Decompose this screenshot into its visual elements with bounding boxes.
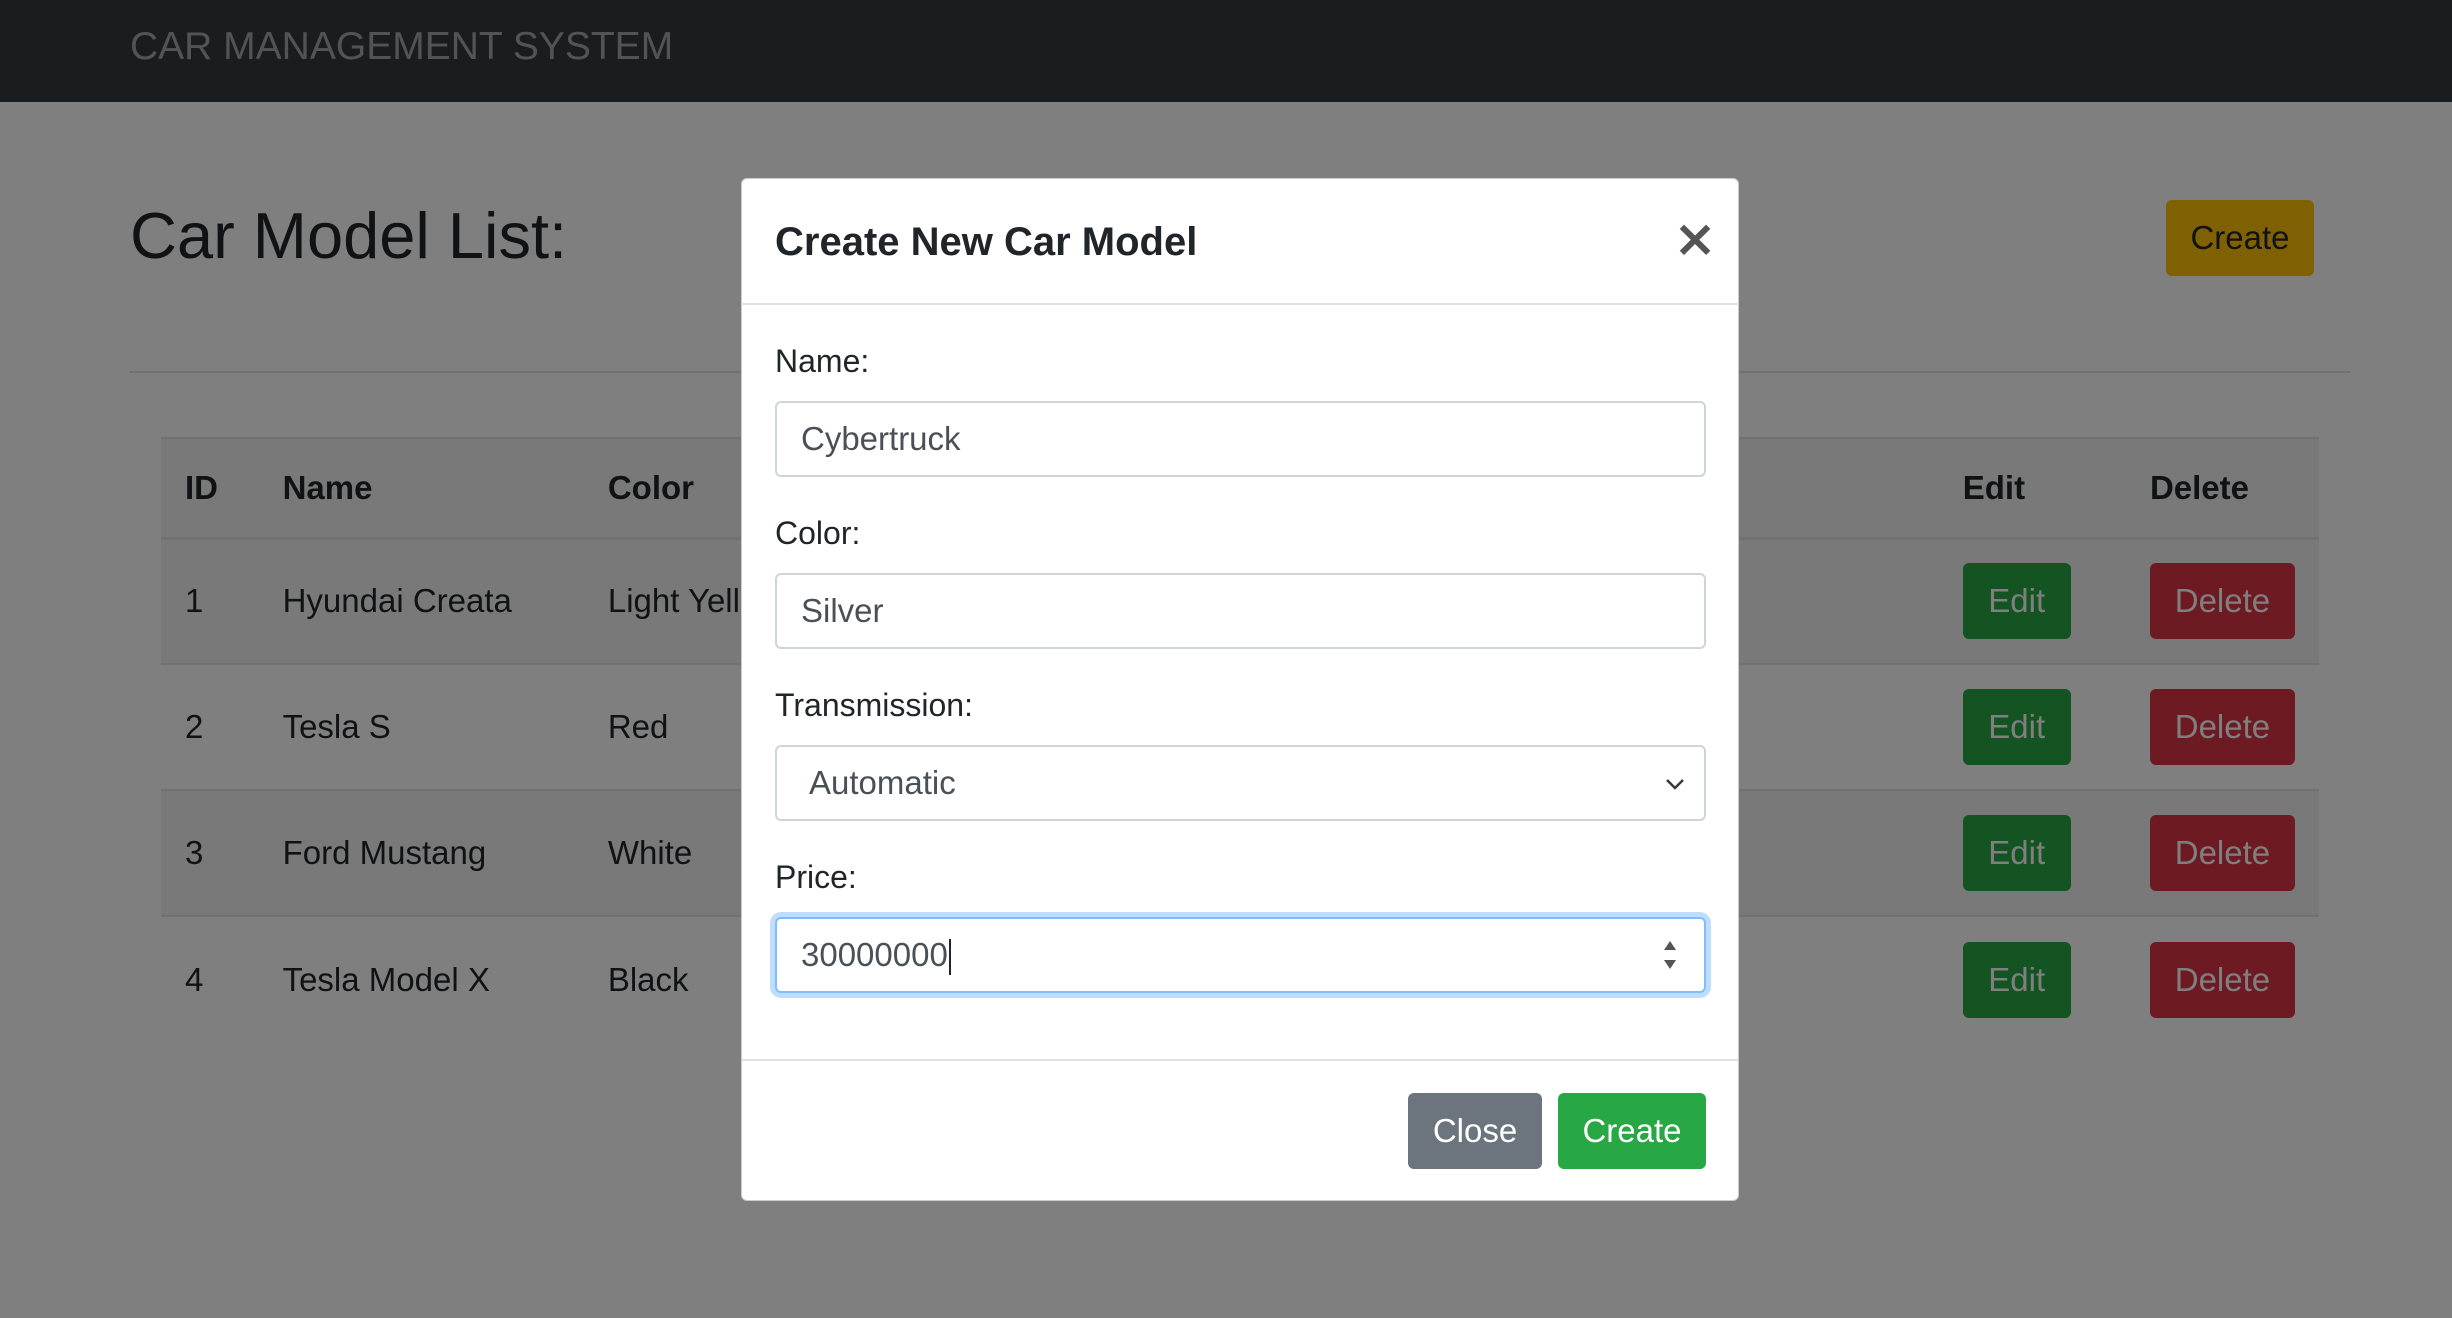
color-label: Color: — [775, 515, 861, 551]
modal-title: Create New Car Model — [775, 220, 1198, 264]
create-car-model-dialog: Create New Car Model × Name: Cybertruck … — [741, 178, 1739, 1201]
name-input-value: Cybertruck — [801, 420, 961, 457]
number-spinner-icon[interactable] — [1658, 935, 1682, 975]
modal-footer: Close Create — [742, 1059, 1738, 1200]
modal-header: Create New Car Model × — [742, 179, 1738, 305]
text-cursor — [948, 939, 951, 976]
price-input[interactable]: 30000000 — [775, 917, 1706, 993]
price-label: Price: — [775, 859, 857, 895]
transmission-label: Transmission: — [775, 687, 973, 723]
name-label: Name: — [775, 343, 870, 379]
price-input-value: 30000000 — [801, 936, 948, 973]
submit-create-button[interactable]: Create — [1558, 1093, 1706, 1169]
close-button[interactable]: Close — [1408, 1093, 1542, 1169]
transmission-select-value: Automatic — [809, 764, 956, 801]
close-icon[interactable]: × — [1670, 211, 1720, 267]
chevron-down-icon — [1666, 779, 1684, 790]
color-input[interactable]: Silver — [775, 573, 1706, 649]
color-input-value: Silver — [801, 592, 884, 629]
transmission-select[interactable]: Automatic — [775, 745, 1706, 821]
name-input[interactable]: Cybertruck — [775, 401, 1706, 477]
